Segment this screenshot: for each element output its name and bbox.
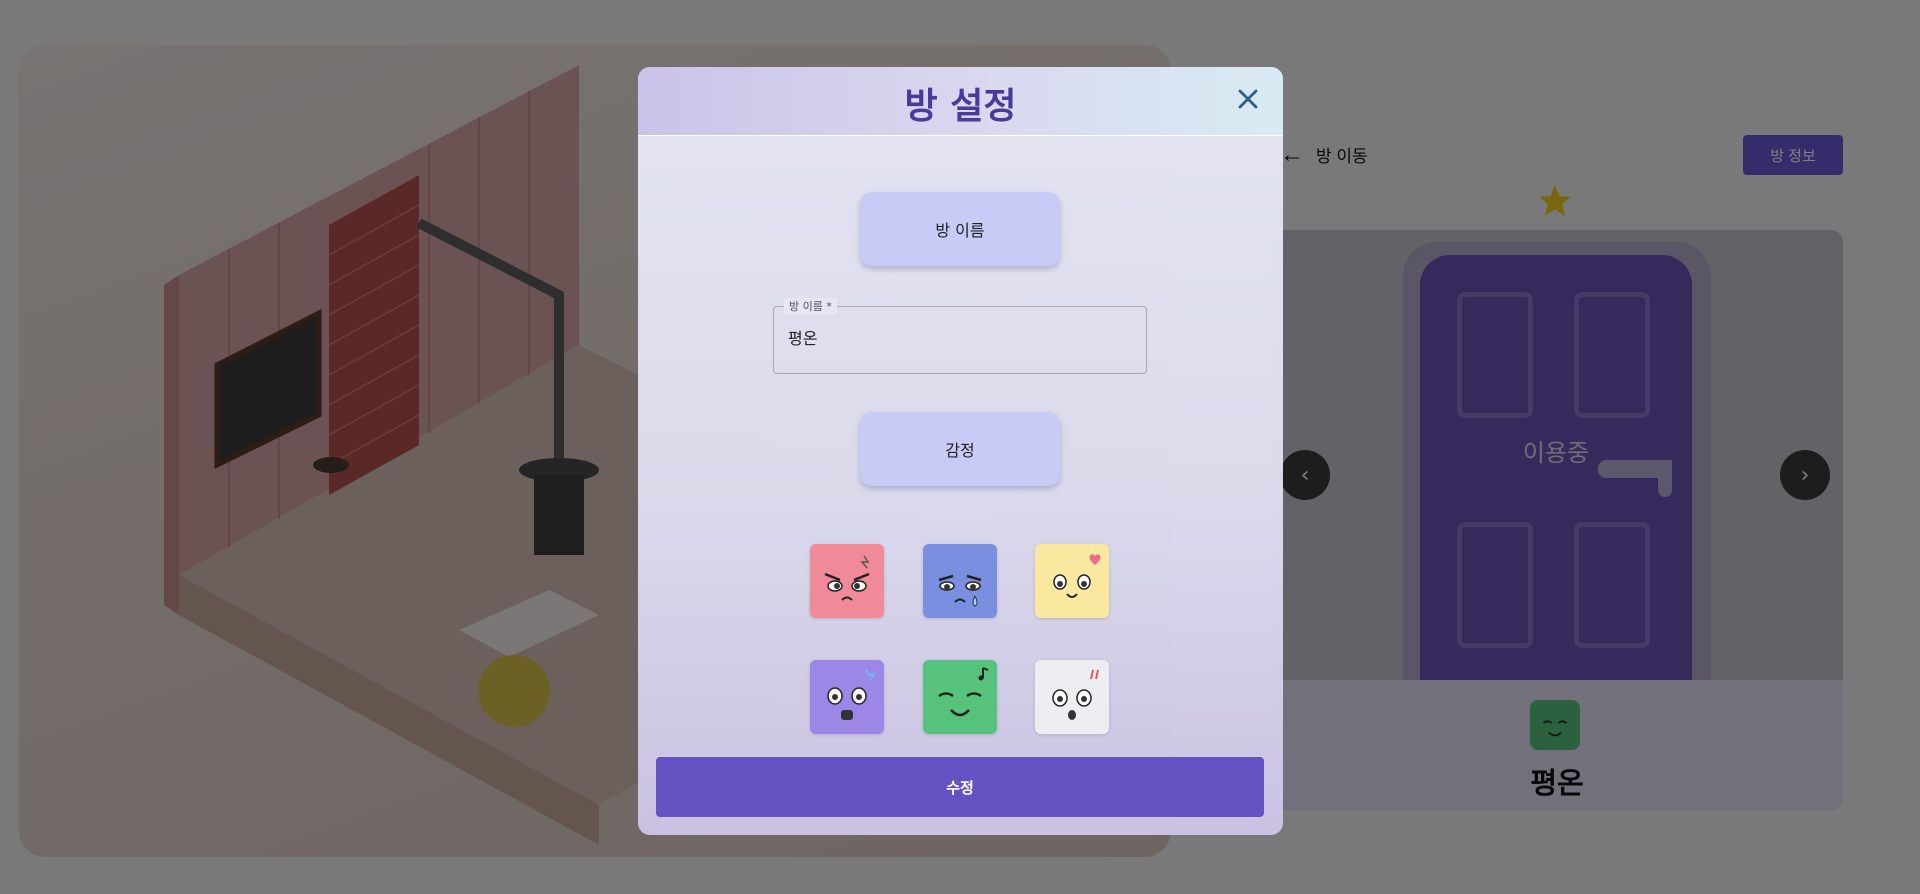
surprised-face-icon [827, 669, 877, 720]
room-name-input[interactable] [788, 327, 1128, 346]
love-face-icon [1053, 554, 1101, 598]
angry-face-icon [824, 555, 870, 601]
emotion-option-calm[interactable] [923, 660, 997, 734]
close-button[interactable] [1228, 79, 1268, 119]
emotion-option-love[interactable] [1035, 544, 1109, 618]
close-icon [1238, 89, 1258, 109]
emotion-option-surprised[interactable] [810, 660, 884, 734]
sad-crying-face-icon [938, 574, 982, 607]
room-settings-modal: 방 설정 방 이름 방 이름 * 감정 [638, 67, 1283, 835]
room-name-field[interactable]: 방 이름 * [773, 298, 1147, 374]
emotion-section-button[interactable]: 감정 [860, 412, 1060, 486]
submit-button[interactable]: 수정 [656, 757, 1264, 817]
calm-face-icon [938, 667, 989, 717]
room-name-section-button[interactable]: 방 이름 [860, 192, 1060, 266]
modal-title: 방 설정 [904, 86, 1017, 127]
room-name-field-label: 방 이름 * [784, 298, 837, 314]
modal-header: 방 설정 [638, 67, 1283, 136]
shocked-face-icon [1052, 669, 1099, 720]
emotion-option-shocked[interactable] [1035, 660, 1109, 734]
emotion-option-sad[interactable] [923, 544, 997, 618]
emotion-option-angry[interactable] [810, 544, 884, 618]
